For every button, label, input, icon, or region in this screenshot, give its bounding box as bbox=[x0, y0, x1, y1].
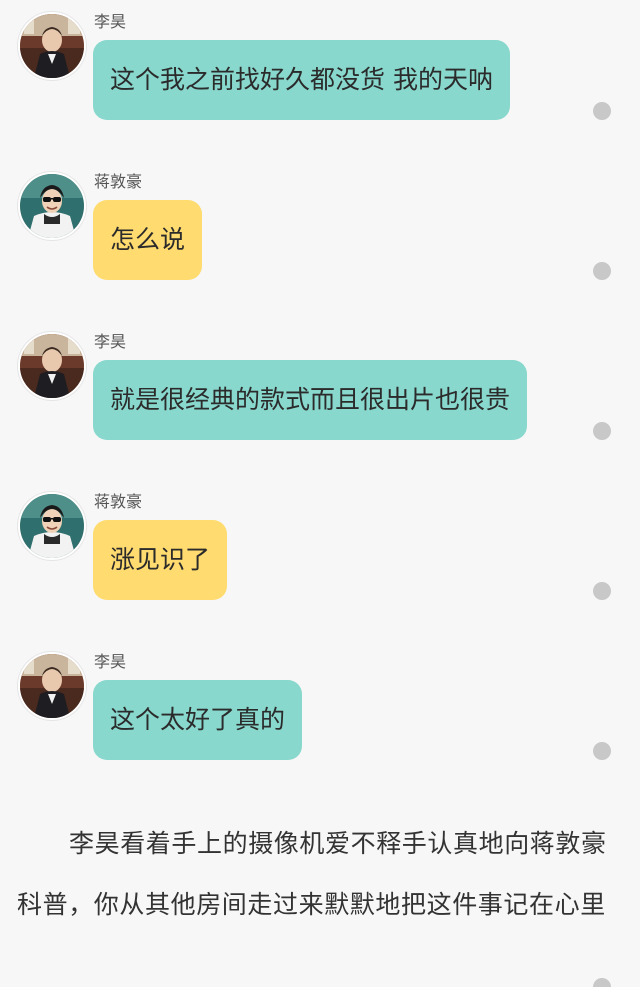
read-status-dot bbox=[593, 422, 611, 440]
chat-page: 李昊 这个我之前找好久都没货 我的天呐 蒋敦豪 怎么说 李昊 就是很经典的款式而… bbox=[0, 0, 640, 987]
avatar-jiangdunhao-icon[interactable] bbox=[18, 172, 86, 240]
sender-name: 李昊 bbox=[94, 652, 127, 671]
message-bubble[interactable]: 这个太好了真的 bbox=[93, 680, 303, 760]
message-row: 李昊 就是很经典的款式而且很出片也很贵 bbox=[0, 320, 640, 460]
read-status-dot bbox=[593, 102, 611, 120]
message-bubble[interactable]: 就是很经典的款式而且很出片也很贵 bbox=[93, 360, 528, 440]
message-bubble[interactable]: 怎么说 bbox=[93, 200, 203, 280]
read-status-dot bbox=[593, 978, 611, 987]
sender-name: 蒋敦豪 bbox=[94, 172, 143, 191]
sender-name: 蒋敦豪 bbox=[94, 492, 143, 511]
avatar-jiangdunhao-icon[interactable] bbox=[18, 492, 86, 560]
read-status-dot bbox=[593, 742, 611, 760]
message-row: 蒋敦豪 怎么说 bbox=[0, 160, 640, 300]
sender-name: 李昊 bbox=[94, 12, 127, 31]
avatar-lihao-icon[interactable] bbox=[18, 12, 86, 80]
message-row: 李昊 这个我之前找好久都没货 我的天呐 bbox=[0, 0, 640, 140]
message-row: 李昊 这个太好了真的 bbox=[0, 640, 640, 780]
sender-name: 李昊 bbox=[94, 332, 127, 351]
message-row: 蒋敦豪 涨见识了 bbox=[0, 480, 640, 620]
avatar-lihao-icon[interactable] bbox=[18, 332, 86, 400]
read-status-dot bbox=[593, 582, 611, 600]
narration-paragraph: 李昊看着手上的摄像机爱不释手认真地向蒋敦豪科普，你从其他房间走过来默默地把这件事… bbox=[17, 829, 607, 919]
message-bubble[interactable]: 这个我之前找好久都没货 我的天呐 bbox=[93, 40, 510, 120]
message-bubble[interactable]: 涨见识了 bbox=[93, 520, 228, 600]
avatar-lihao-icon[interactable] bbox=[18, 652, 86, 720]
read-status-dot bbox=[593, 262, 611, 280]
